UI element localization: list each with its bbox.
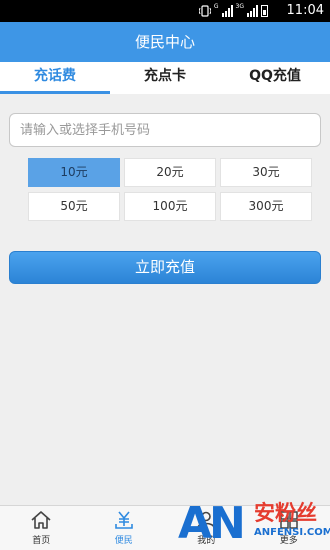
watermark-url: ANFENSI.COM: [254, 527, 330, 538]
nav-item-home[interactable]: 首页: [0, 506, 83, 550]
nav-item-service[interactable]: 便民: [83, 506, 166, 550]
amount-option-10[interactable]: 10元: [28, 158, 120, 187]
recharge-now-button[interactable]: 立即充值: [9, 251, 321, 284]
status-icons: G 3G: [198, 3, 268, 18]
tab-bar: 充话费 充点卡 QQ充值: [0, 62, 330, 94]
amount-option-100[interactable]: 100元: [124, 192, 216, 221]
vibrate-icon: [198, 5, 211, 17]
signal-icon: [221, 5, 233, 17]
nav-label-service: 便民: [114, 536, 133, 546]
tab-phone-recharge[interactable]: 充话费: [0, 62, 110, 94]
tab-point-card[interactable]: 充点卡: [110, 62, 220, 94]
status-bar: G 3G 11:04: [0, 0, 330, 22]
amount-option-50[interactable]: 50元: [28, 192, 120, 221]
watermark-an: AN: [178, 498, 246, 549]
tab-qq-recharge[interactable]: QQ充值: [220, 62, 330, 94]
nav-label-home: 首页: [32, 536, 51, 546]
status-time: 11:04: [286, 3, 324, 18]
yuan-icon: [114, 511, 133, 529]
signal-2-icon: [247, 5, 258, 17]
amount-option-30[interactable]: 30元: [220, 158, 312, 187]
watermark-text: 安粉丝: [254, 501, 317, 525]
battery-icon: [261, 5, 268, 17]
network-type-1: G: [213, 3, 219, 10]
network-type-2: 3G: [235, 3, 244, 10]
home-icon: [31, 511, 51, 529]
amount-option-300[interactable]: 300元: [220, 192, 312, 221]
page-title: 便民中心: [0, 22, 330, 62]
amount-option-20[interactable]: 20元: [124, 158, 216, 187]
watermark-logo: AN 安粉丝 ANFENSI.COM: [178, 498, 330, 550]
phone-number-input[interactable]: [9, 113, 321, 147]
